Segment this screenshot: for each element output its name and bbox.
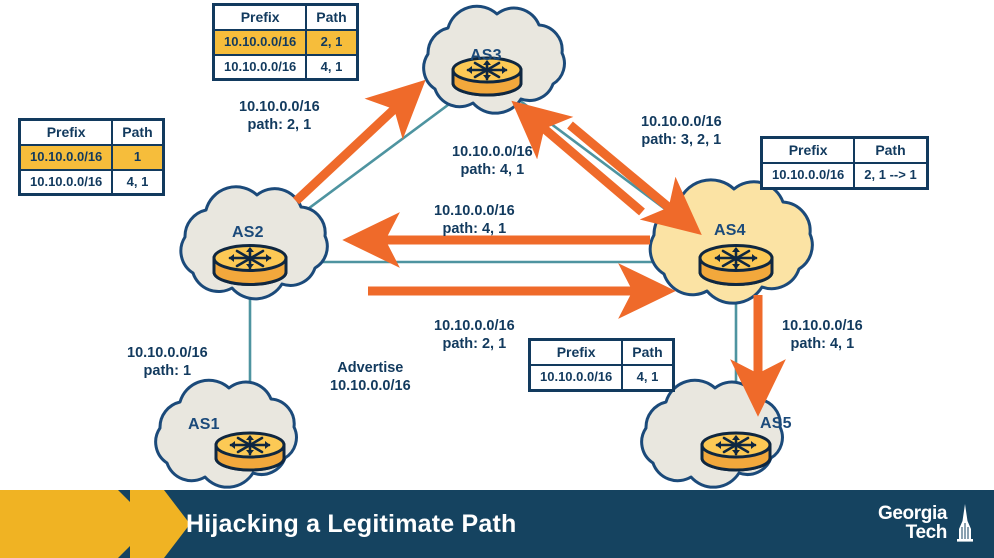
annotation-path: path: 3, 2, 1 — [641, 131, 722, 148]
column-header-path: Path — [621, 338, 675, 367]
cell-prefix: 10.10.0.0/16 — [212, 29, 308, 56]
annotation-prefix: 10.10.0.0/16 — [239, 99, 320, 115]
cell-path: 1 — [111, 144, 165, 171]
table-row: 10.10.0.0/16 2, 1 — [212, 29, 359, 56]
as4-right-routing-table: Prefix Path 10.10.0.0/16 2, 1 --> 1 — [760, 136, 929, 190]
table-row: 10.10.0.0/16 2, 1 --> 1 — [760, 162, 929, 190]
annotation-prefix: 10.10.0.0/16 — [782, 318, 863, 334]
annotation-prefix: 10.10.0.0/16 — [434, 203, 515, 219]
column-header-prefix: Prefix — [760, 136, 856, 165]
annotation-as4-to-as3: 10.10.0.0/16 path: 4, 1 — [452, 144, 533, 179]
table-row: 10.10.0.0/16 4, 1 — [528, 364, 675, 392]
as4-router-icon — [698, 244, 774, 286]
annotation-as2-to-as3: 10.10.0.0/16 path: 2, 1 — [239, 99, 320, 134]
cell-prefix: 10.10.0.0/16 — [18, 168, 114, 196]
as3-routing-table: Prefix Path 10.10.0.0/16 2, 1 10.10.0.0/… — [212, 3, 359, 81]
column-header-path: Path — [853, 136, 929, 165]
as1-router-icon — [214, 431, 286, 472]
annotation-as1-to-as2: 10.10.0.0/16 path: 1 — [127, 345, 208, 380]
annotation-as3-to-as4: 10.10.0.0/16 path: 3, 2, 1 — [641, 114, 722, 149]
annotation-as4-to-as5: 10.10.0.0/16 path: 4, 1 — [782, 318, 863, 353]
cell-prefix: 10.10.0.0/16 — [18, 144, 114, 171]
as2-routing-table: Prefix Path 10.10.0.0/16 1 10.10.0.0/16 … — [18, 118, 165, 196]
as2-label: AS2 — [232, 224, 264, 241]
slide-canvas: AS1 AS2 AS3 AS4 AS5 10.10.0.0/16 path: 2… — [0, 0, 994, 558]
cell-path: 4, 1 — [111, 168, 165, 196]
cell-path: 4, 1 — [621, 364, 675, 392]
as5-label: AS5 — [760, 415, 792, 432]
column-header-path: Path — [111, 118, 165, 147]
as4-label: AS4 — [714, 222, 746, 239]
annotation-prefix: 10.10.0.0/16 — [434, 318, 515, 334]
node-as4[interactable] — [648, 178, 814, 305]
page-title: Hijacking a Legitimate Path — [186, 509, 517, 538]
georgia-tech-logo: Georgia Tech — [878, 490, 978, 558]
column-header-path: Path — [305, 3, 359, 32]
cell-prefix: 10.10.0.0/16 — [760, 162, 856, 190]
table-header-row: Prefix Path — [528, 338, 675, 367]
node-as2[interactable] — [179, 185, 329, 301]
cell-path: 2, 1 — [305, 29, 359, 56]
chevron-accent-icon — [0, 490, 190, 558]
table-header-row: Prefix Path — [212, 3, 359, 32]
as5-router-icon — [700, 431, 772, 472]
cell-prefix: 10.10.0.0/16 — [528, 364, 624, 392]
as5-cloud — [640, 378, 784, 489]
node-as5[interactable] — [640, 378, 784, 489]
annotation-path: path: 4, 1 — [460, 161, 525, 178]
advertise-line2: 10.10.0.0/16 — [330, 377, 411, 394]
annotation-as2-to-as4: 10.10.0.0/16 path: 2, 1 — [434, 318, 515, 353]
column-header-prefix: Prefix — [212, 3, 308, 32]
as3-label: AS3 — [470, 47, 502, 64]
annotation-path: path: 2, 1 — [247, 116, 312, 133]
slide-footer-banner: Hijacking a Legitimate Path Georgia Tech — [0, 490, 994, 558]
annotation-as4-to-as2: 10.10.0.0/16 path: 4, 1 — [434, 203, 515, 238]
cell-path: 4, 1 — [305, 53, 359, 81]
as2-router-icon — [212, 244, 288, 286]
annotation-advertise: Advertise 10.10.0.0/16 — [330, 360, 411, 395]
annotation-path: path: 4, 1 — [790, 335, 855, 352]
annotation-path: path: 4, 1 — [442, 220, 507, 237]
annotation-path: path: 1 — [143, 362, 192, 379]
annotation-prefix: 10.10.0.0/16 — [452, 144, 533, 160]
column-header-prefix: Prefix — [18, 118, 114, 147]
bgp-hijack-diagram — [154, 4, 814, 489]
column-header-prefix: Prefix — [528, 338, 624, 367]
annotation-prefix: 10.10.0.0/16 — [641, 114, 722, 130]
annotation-path: path: 2, 1 — [442, 335, 507, 352]
table-row: 10.10.0.0/16 4, 1 — [212, 53, 359, 81]
annotation-prefix: 10.10.0.0/16 — [127, 345, 208, 361]
as1-label: AS1 — [188, 416, 220, 433]
as4-bottom-routing-table: Prefix Path 10.10.0.0/16 4, 1 — [528, 338, 675, 392]
node-as1[interactable] — [154, 378, 298, 489]
table-header-row: Prefix Path — [18, 118, 165, 147]
table-header-row: Prefix Path — [760, 136, 929, 165]
as1-cloud — [154, 378, 298, 489]
advertise-line1: Advertise — [337, 360, 404, 376]
georgia-tech-wordmark: Georgia Tech — [878, 505, 947, 542]
georgia-tech-tower-icon — [957, 504, 973, 542]
brand-line-2: Tech — [905, 522, 948, 543]
table-row: 10.10.0.0/16 1 — [18, 144, 165, 171]
table-row: 10.10.0.0/16 4, 1 — [18, 168, 165, 196]
cell-path: 2, 1 --> 1 — [853, 162, 929, 190]
cell-prefix: 10.10.0.0/16 — [212, 53, 308, 81]
